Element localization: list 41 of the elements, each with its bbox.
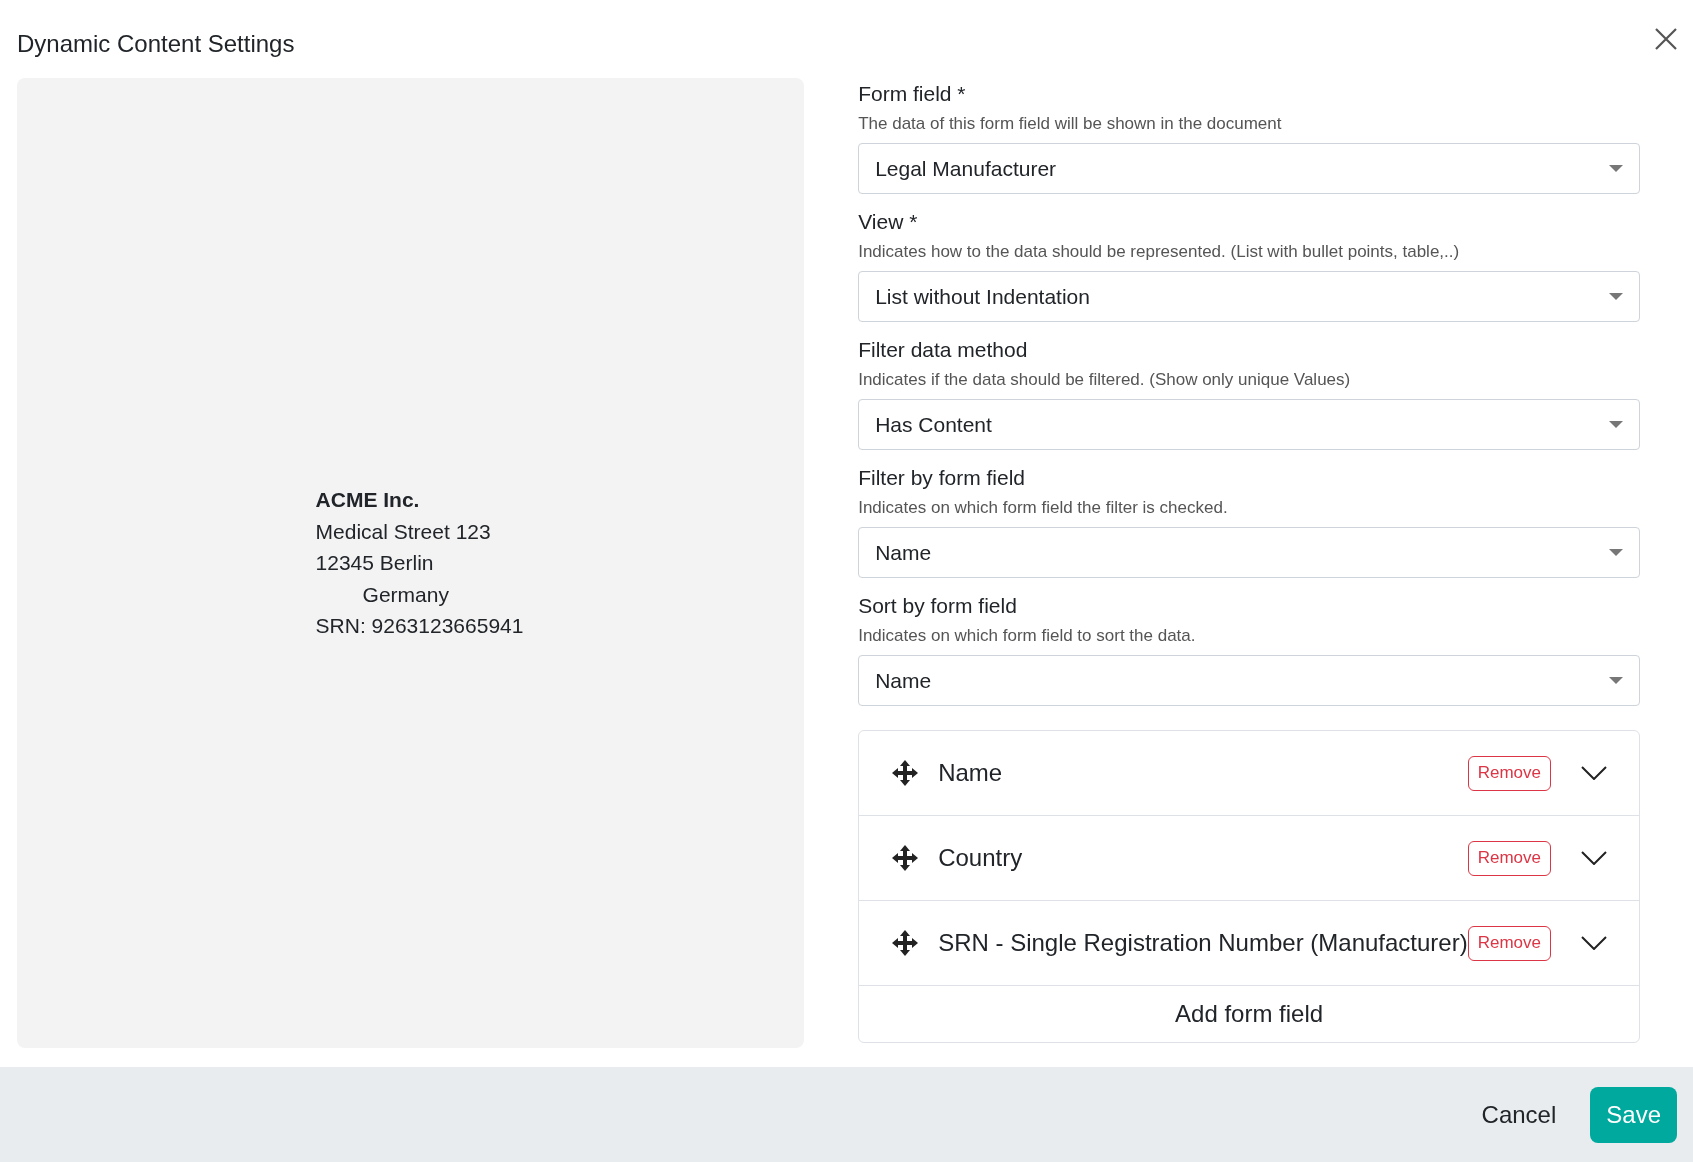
move-icon[interactable] (892, 760, 919, 786)
form-field-name: SRN - Single Registration Number (Manufacturer) (938, 929, 1468, 957)
select-field[interactable]: Has Content (858, 399, 1640, 450)
select-field[interactable]: Name (858, 527, 1640, 578)
add-form-field-button[interactable]: Add form field (859, 986, 1639, 1042)
field-label: View * (858, 209, 919, 235)
chevron-down-icon[interactable] (1581, 766, 1607, 780)
field-label: Sort by form field (858, 593, 1018, 619)
address-line: Medical Street 123 (315, 518, 491, 545)
dropdown-caret-icon (1609, 164, 1623, 173)
dropdown-caret-icon (1609, 292, 1623, 301)
address-line: 12345 Berlin (315, 550, 434, 577)
dropdown-caret-icon (1609, 548, 1623, 557)
field-label: Form field * (858, 81, 967, 107)
dropdown-caret-icon (1609, 676, 1623, 685)
address-line: Germany (361, 581, 449, 608)
field-label: Filter by form field (858, 465, 1027, 491)
dropdown-caret-icon (1609, 420, 1623, 429)
move-icon[interactable] (892, 845, 919, 871)
remove-button[interactable]: Remove (1467, 755, 1551, 791)
select-field[interactable]: List without Indentation (858, 271, 1640, 322)
chevron-down-icon[interactable] (1581, 936, 1607, 950)
field-description: Indicates how to the data should be represented. (List with bullet points, table,..) (858, 241, 1461, 263)
field-label: Filter data method (858, 337, 1029, 363)
move-icon[interactable] (892, 930, 919, 956)
field-description: Indicates on which form field the filter is checked. (858, 497, 1229, 519)
field-description: Indicates if the data should be filtered. (Show only unique Values) (858, 369, 1352, 391)
select-field[interactable]: Legal Manufacturer (858, 143, 1640, 194)
cancel-button[interactable]: Cancel (1475, 1099, 1563, 1130)
remove-button[interactable]: Remove (1467, 840, 1551, 876)
remove-button[interactable]: Remove (1467, 925, 1551, 961)
select-field[interactable]: Name (858, 655, 1640, 706)
form-field-name: Name (938, 759, 1004, 787)
close-icon[interactable] (1655, 28, 1677, 50)
field-description: Indicates on which form field to sort the data. (858, 625, 1197, 647)
address-line: ACME Inc. (315, 487, 420, 514)
form-field-name: Country (938, 844, 1024, 872)
address-line: SRN: 9263123665941 (315, 613, 524, 640)
dialog-title: Dynamic Content Settings (17, 30, 295, 58)
chevron-down-icon[interactable] (1581, 851, 1607, 865)
field-description: The data of this form field will be shown in the document (858, 113, 1283, 135)
